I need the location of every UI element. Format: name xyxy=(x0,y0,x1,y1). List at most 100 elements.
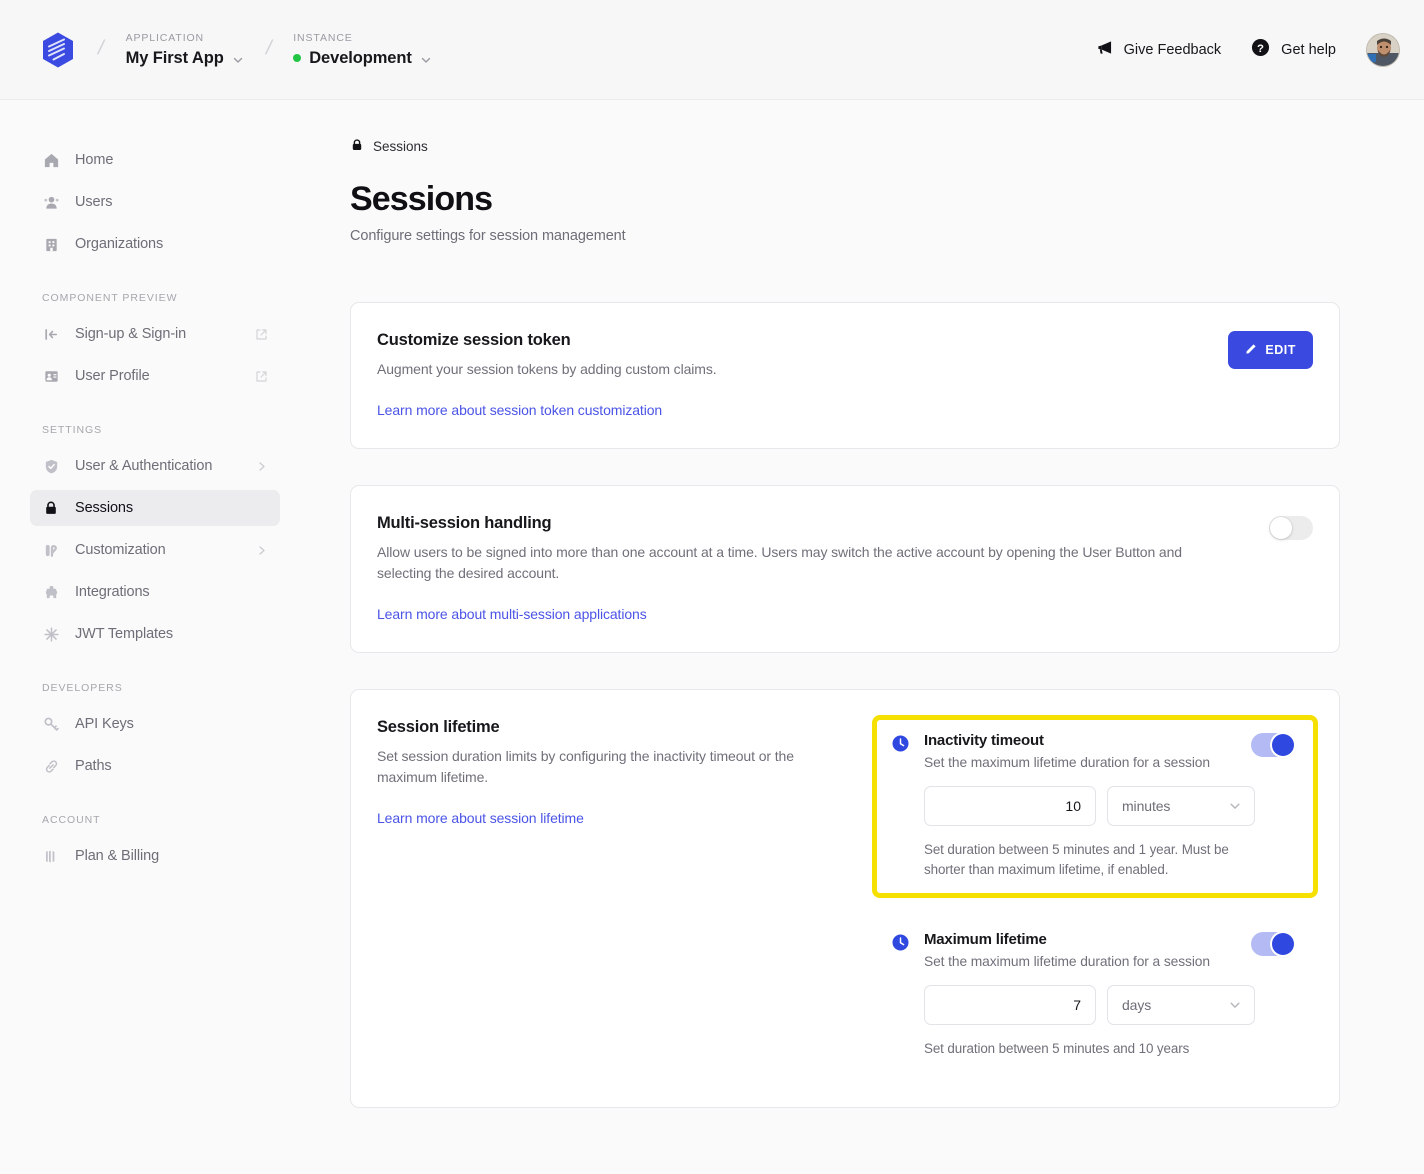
sidebar-item-organizations[interactable]: Organizations xyxy=(30,226,280,262)
sidebar-item-label: API Keys xyxy=(75,716,134,732)
edit-button-label: EDIT xyxy=(1265,343,1296,358)
sidebar-item-sign-up-sign-in[interactable]: Sign-up & Sign-in xyxy=(30,316,280,352)
edit-button[interactable]: EDIT xyxy=(1228,331,1313,370)
breadcrumb-separator-2: / xyxy=(263,37,274,59)
card-session-lifetime: Session lifetime Set session duration li… xyxy=(350,689,1340,1108)
breadcrumb-label: Sessions xyxy=(373,139,428,154)
top-bar: / APPLICATION My First App / INSTANCE De… xyxy=(0,0,1424,100)
card-title: Customize session token xyxy=(377,331,571,350)
give-feedback-label: Give Feedback xyxy=(1123,41,1222,58)
maximum-lifetime-toggle[interactable] xyxy=(1251,932,1295,957)
inactivity-timeout-value-input[interactable] xyxy=(924,786,1096,827)
help-circle-icon: ? xyxy=(1251,38,1270,61)
get-help-label: Get help xyxy=(1281,41,1336,58)
sidebar-item-paths[interactable]: Paths xyxy=(30,748,280,784)
sidebar-item-plan-billing[interactable]: Plan & Billing xyxy=(30,838,280,874)
maximum-lifetime-unit-select[interactable]: days xyxy=(1107,985,1255,1026)
application-name: My First App xyxy=(125,48,224,67)
get-help-button[interactable]: ? Get help xyxy=(1251,38,1336,61)
session-lifetime-learn-more-link[interactable]: Learn more about session lifetime xyxy=(377,810,584,826)
sidebar-section-settings: SETTINGS xyxy=(42,424,103,436)
page-subtitle: Configure settings for session managemen… xyxy=(350,228,626,245)
external-link-icon xyxy=(255,370,268,383)
sidebar-item-label: Sessions xyxy=(75,500,134,516)
puzzle-icon xyxy=(42,583,60,601)
svg-text:?: ? xyxy=(1257,43,1264,55)
sidebar-item-label: Customization xyxy=(75,542,166,558)
toggle-knob xyxy=(1272,933,1294,956)
option-hint: Set duration between 5 minutes and 10 ye… xyxy=(924,1041,1190,1057)
billing-icon xyxy=(42,847,60,865)
inactivity-timeout-toggle[interactable] xyxy=(1251,733,1295,758)
session-token-learn-more-link[interactable]: Learn more about session token customiza… xyxy=(377,402,662,418)
lock-icon xyxy=(42,499,60,517)
jwt-icon xyxy=(42,625,60,643)
sidebar-item-users[interactable]: Users xyxy=(30,184,280,220)
application-selector[interactable]: APPLICATION My First App xyxy=(126,32,244,68)
multi-session-toggle[interactable] xyxy=(1269,516,1313,541)
sidebar-item-customization[interactable]: Customization xyxy=(30,532,280,568)
sidebar-item-user-profile[interactable]: User Profile xyxy=(30,358,280,394)
sign-in-icon xyxy=(42,325,60,343)
card-description: Augment your session tokens by adding cu… xyxy=(377,361,717,378)
user-profile-icon xyxy=(42,367,60,385)
chevron-right-icon xyxy=(255,544,268,557)
multi-session-learn-more-link[interactable]: Learn more about multi-session applicati… xyxy=(377,606,647,622)
sidebar-item-label: User & Authentication xyxy=(75,458,213,474)
instance-value: Development xyxy=(293,49,432,68)
sidebar-item-label: Paths xyxy=(75,758,112,774)
breadcrumb: Sessions xyxy=(350,138,1340,155)
clock-icon xyxy=(891,734,910,753)
shield-icon xyxy=(42,457,60,475)
sidebar-item-home[interactable]: Home xyxy=(30,142,280,178)
toggle-knob xyxy=(1270,517,1292,540)
home-icon xyxy=(42,151,60,169)
avatar[interactable] xyxy=(1366,32,1400,67)
sidebar-item-label: Home xyxy=(75,152,114,168)
sidebar-item-label: User Profile xyxy=(75,368,150,384)
card-description: Allow users to be signed into more than … xyxy=(377,544,1182,582)
card-description: Set session duration limits by configuri… xyxy=(377,748,794,786)
sidebar: Home Users Organizations COMPONENT PREVI… xyxy=(0,100,310,1174)
sidebar-item-api-keys[interactable]: API Keys xyxy=(30,706,280,742)
inactivity-timeout-unit-select[interactable]: minutes xyxy=(1107,786,1255,827)
organizations-icon xyxy=(42,235,60,253)
sidebar-item-jwt-templates[interactable]: JWT Templates xyxy=(30,616,280,652)
sidebar-section-component-preview: COMPONENT PREVIEW xyxy=(42,292,178,304)
select-value: days xyxy=(1122,997,1152,1014)
top-bar-actions: Give Feedback ? Get help xyxy=(1096,32,1400,67)
instance-selector[interactable]: INSTANCE Development xyxy=(293,32,432,68)
instance-kicker: INSTANCE xyxy=(293,31,353,44)
key-icon xyxy=(42,715,60,733)
clerk-logo[interactable] xyxy=(40,31,76,69)
sidebar-item-label: Integrations xyxy=(75,584,150,600)
session-lifetime-options: Inactivity timeout Set the maximum lifet… xyxy=(872,715,1318,1072)
session-lifetime-info: Session lifetime Set session duration li… xyxy=(377,718,847,1072)
card-title: Multi-session handling xyxy=(377,514,552,533)
give-feedback-button[interactable]: Give Feedback xyxy=(1096,40,1222,59)
sidebar-item-label: Sign-up & Sign-in xyxy=(75,326,187,342)
external-link-icon xyxy=(255,328,268,341)
option-title: Inactivity timeout xyxy=(924,732,1044,750)
option-description: Set the maximum lifetime duration for a … xyxy=(924,755,1210,771)
sidebar-section-developers: DEVELOPERS xyxy=(42,682,123,694)
card-customize-session-token: Customize session token Augment your ses… xyxy=(350,302,1340,450)
link-icon xyxy=(42,757,60,775)
option-inactivity-timeout: Inactivity timeout Set the maximum lifet… xyxy=(872,715,1318,899)
chevron-down-icon xyxy=(420,52,432,64)
sidebar-item-user-authentication[interactable]: User & Authentication xyxy=(30,448,280,484)
sidebar-item-sessions[interactable]: Sessions xyxy=(30,490,280,526)
main-content: Sessions Sessions Configure settings for… xyxy=(310,100,1424,1174)
toggle-knob xyxy=(1272,734,1294,757)
sidebar-item-integrations[interactable]: Integrations xyxy=(30,574,280,610)
chevron-down-icon xyxy=(232,52,244,64)
select-value: minutes xyxy=(1122,798,1171,815)
megaphone-icon xyxy=(1096,40,1113,59)
sidebar-item-label: Users xyxy=(75,194,113,210)
option-maximum-lifetime: Maximum lifetime Set the maximum lifetim… xyxy=(877,919,1313,1072)
pencil-icon xyxy=(1245,343,1257,358)
chevron-down-icon xyxy=(1228,799,1242,813)
page-title: Sessions xyxy=(350,180,493,218)
maximum-lifetime-value-input[interactable] xyxy=(924,985,1096,1026)
sidebar-section-account: ACCOUNT xyxy=(42,814,101,826)
